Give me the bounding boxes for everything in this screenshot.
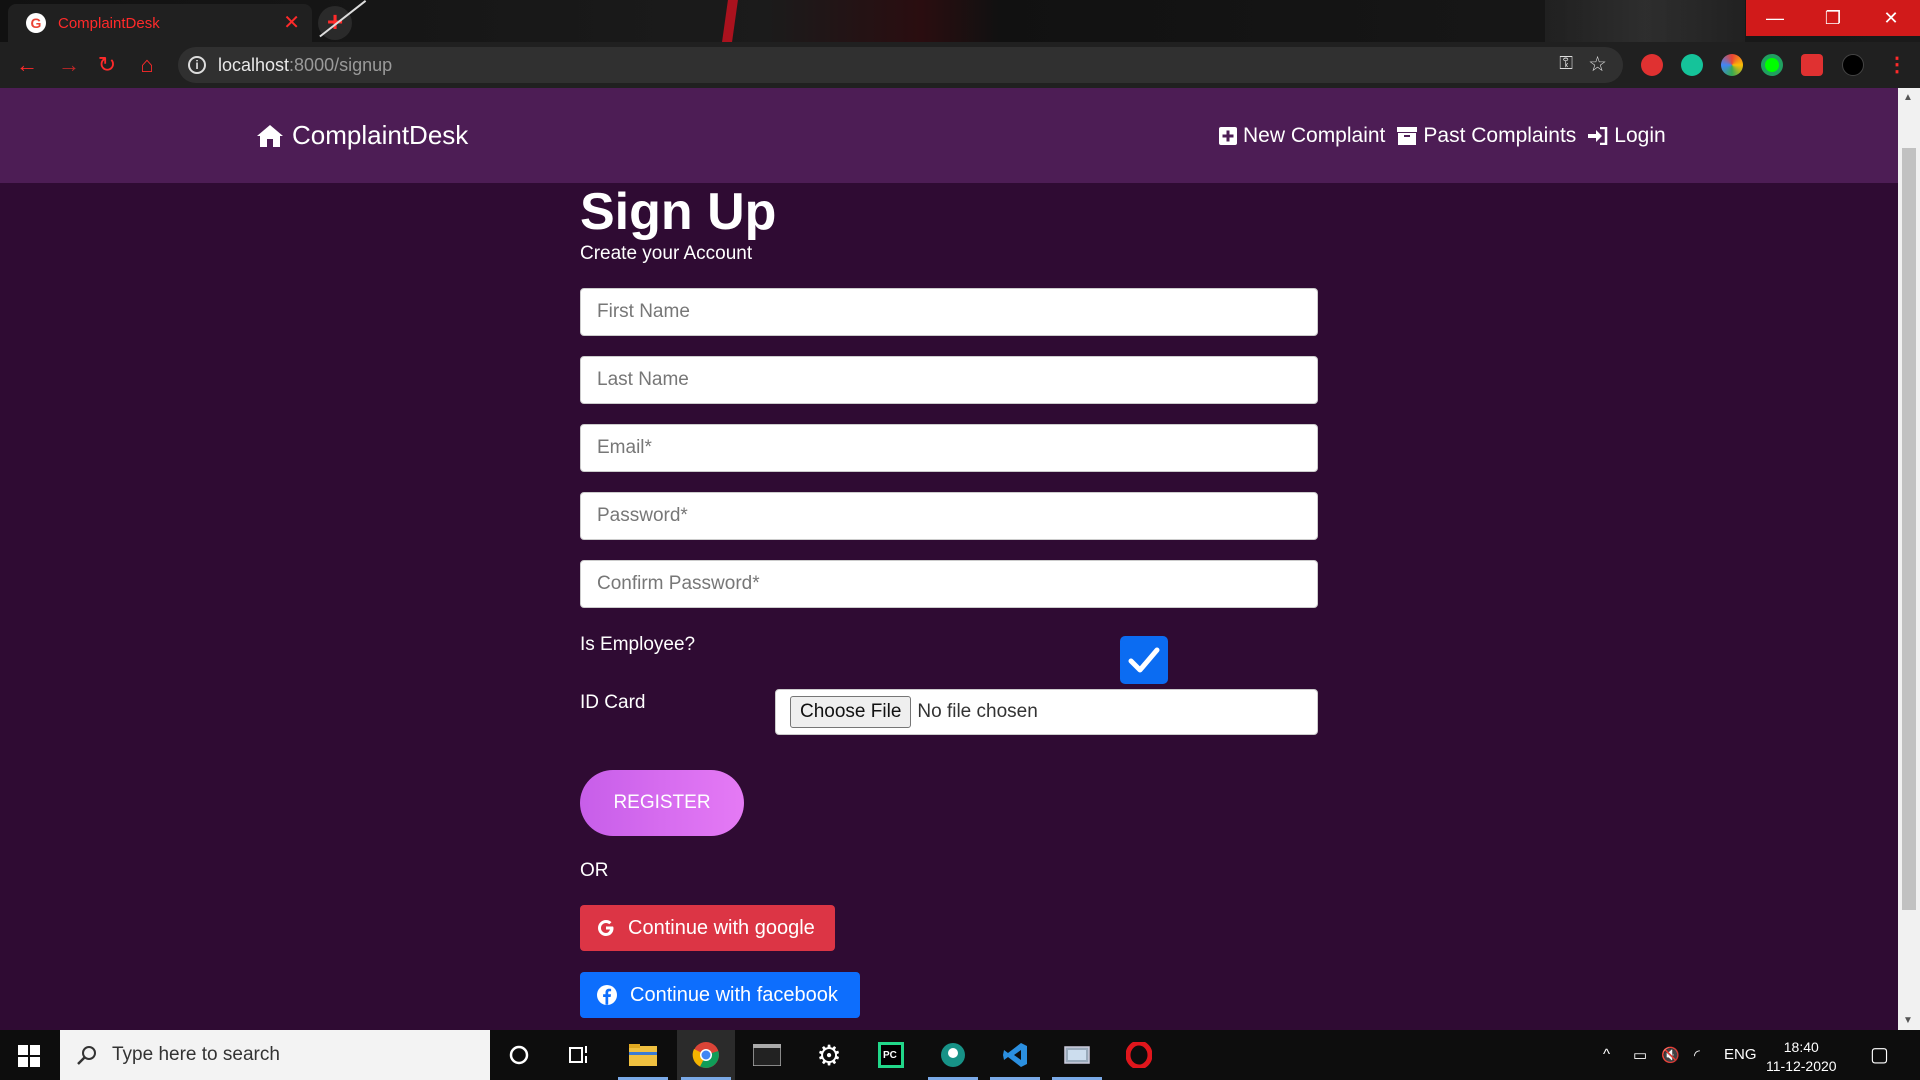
browser-toolbar: ← → ↻ ⌂ i localhost:8000/signup ⚿ ☆ — [0, 42, 1920, 88]
archive-icon — [1397, 127, 1418, 145]
facebook-button-label: Continue with facebook — [630, 983, 838, 1006]
terminal-icon[interactable] — [738, 1030, 796, 1080]
nav-past-complaints-label: Past Complaints — [1423, 124, 1577, 147]
password-input[interactable] — [580, 492, 1318, 540]
home-icon[interactable]: ⌂ — [132, 50, 162, 80]
taskbar-clock[interactable]: 18:40 11-12-2020 — [1766, 1038, 1837, 1076]
minimize-button[interactable]: — — [1746, 0, 1804, 36]
home-icon — [257, 124, 283, 147]
clock-date: 11-12-2020 — [1766, 1058, 1837, 1074]
confirm-password-input[interactable] — [580, 560, 1318, 608]
file-explorer-icon[interactable] — [614, 1030, 672, 1080]
task-view-icon[interactable] — [551, 1030, 609, 1080]
google-favicon-icon: G — [26, 13, 46, 33]
nav-links: New Complaint Past Complaints Login — [1219, 124, 1678, 148]
color-picker-extension-icon[interactable] — [1721, 54, 1743, 76]
reload-icon[interactable]: ↻ — [92, 50, 122, 80]
nav-new-complaint[interactable]: New Complaint — [1219, 124, 1385, 148]
page-scrollbar[interactable]: ▲ ▼ — [1898, 88, 1920, 1030]
windows-start-icon[interactable] — [18, 1045, 40, 1072]
facebook-icon — [596, 984, 618, 1006]
browser-tab[interactable]: G ComplaintDesk ✕ — [8, 4, 312, 42]
nav-past-complaints[interactable]: Past Complaints — [1397, 124, 1576, 148]
scroll-down-icon[interactable]: ▼ — [1903, 1015, 1913, 1026]
volume-muted-icon[interactable]: 🔇 — [1661, 1046, 1680, 1064]
cortana-icon[interactable] — [490, 1030, 548, 1080]
plus-square-icon — [1219, 127, 1237, 145]
clock-time: 18:40 — [1783, 1039, 1819, 1055]
nav-login[interactable]: Login — [1588, 124, 1666, 148]
checkmark-icon — [1128, 647, 1160, 673]
vscode-icon[interactable] — [986, 1030, 1044, 1080]
site-navbar: ComplaintDesk New Complaint Past Complai… — [0, 88, 1898, 183]
puzzle-extensions-icon[interactable] — [1801, 54, 1823, 76]
extension-hand-icon[interactable] — [1641, 54, 1663, 76]
restore-button[interactable]: ❐ — [1804, 0, 1862, 36]
tab-title: ComplaintDesk — [58, 14, 160, 32]
svg-text:PC: PC — [883, 1050, 897, 1061]
google-icon — [596, 918, 616, 938]
nav-login-label: Login — [1614, 124, 1666, 147]
close-window-button[interactable]: ✕ — [1862, 0, 1920, 36]
opera-icon[interactable] — [1110, 1030, 1168, 1080]
wifi-icon[interactable]: ◜ — [1694, 1046, 1700, 1064]
taskbar-search-placeholder: Type here to search — [112, 1044, 280, 1065]
id-card-row: ID Card Choose File No file chosen — [580, 688, 1318, 758]
register-button[interactable]: REGISTER — [580, 770, 744, 836]
signup-form: Sign Up Create your Account Is Employee?… — [580, 183, 1318, 1018]
id-card-label: ID Card — [580, 692, 646, 713]
scrollbar-thumb[interactable] — [1902, 148, 1916, 910]
page-title: Sign Up — [580, 183, 777, 241]
first-name-input[interactable] — [580, 288, 1318, 336]
browser-titlebar: G ComplaintDesk ✕ + — ❐ ✕ — [0, 0, 1920, 42]
page-subtitle: Create your Account — [580, 243, 753, 264]
or-separator: OR — [580, 860, 609, 881]
chrome-taskbar-icon[interactable] — [677, 1030, 735, 1080]
is-employee-row: Is Employee? — [580, 618, 1318, 688]
google-button-label: Continue with google — [628, 916, 815, 939]
forward-icon[interactable]: → — [54, 50, 84, 80]
site-info-icon[interactable]: i — [188, 56, 206, 74]
is-employee-label: Is Employee? — [580, 634, 696, 655]
wallpaper-decoration — [1545, 0, 1745, 42]
profile-avatar[interactable] — [1842, 54, 1864, 76]
brand-name: ComplaintDesk — [292, 120, 469, 150]
url-text[interactable]: localhost:8000/signup — [218, 55, 392, 76]
search-icon — [77, 1046, 96, 1065]
last-name-input[interactable] — [580, 356, 1318, 404]
notifications-icon[interactable]: ▢ — [1870, 1042, 1889, 1067]
windows-taskbar: Type here to search ⚙ PC ^ ▭ 🔇 ◜ ENG 18:… — [0, 1030, 1920, 1080]
id-card-file-input[interactable]: Choose File No file chosen — [775, 689, 1318, 735]
browser-menu-icon[interactable]: ⋮ — [1887, 52, 1907, 77]
tab-close-icon[interactable]: ✕ — [283, 13, 300, 33]
brand-link[interactable]: ComplaintDesk — [256, 120, 468, 151]
target-extension-icon[interactable] — [1761, 54, 1783, 76]
taskbar-search[interactable]: Type here to search — [60, 1030, 490, 1080]
nav-new-complaint-label: New Complaint — [1243, 124, 1386, 147]
address-bar[interactable]: i localhost:8000/signup ⚿ ☆ — [178, 47, 1623, 83]
bookmark-star-icon[interactable]: ☆ — [1588, 52, 1607, 77]
battery-icon[interactable]: ▭ — [1633, 1046, 1647, 1064]
pycharm-icon[interactable]: PC — [862, 1030, 920, 1080]
wallpaper-decoration — [722, 0, 738, 42]
no-file-text: No file chosen — [917, 701, 1038, 722]
gitkraken-icon[interactable] — [924, 1030, 982, 1080]
is-employee-checkbox[interactable] — [1120, 636, 1168, 684]
continue-with-google-button[interactable]: Continue with google — [580, 905, 835, 951]
back-icon[interactable]: ← — [12, 50, 42, 80]
choose-file-button[interactable]: Choose File — [790, 696, 912, 728]
grammarly-extension-icon[interactable] — [1681, 54, 1703, 76]
password-key-icon[interactable]: ⚿ — [1559, 53, 1573, 74]
language-indicator[interactable]: ENG — [1724, 1046, 1757, 1063]
tray-overflow-icon[interactable]: ^ — [1603, 1046, 1610, 1063]
email-input[interactable] — [580, 424, 1318, 472]
continue-with-facebook-button[interactable]: Continue with facebook — [580, 972, 860, 1018]
scroll-up-icon[interactable]: ▲ — [1903, 92, 1913, 103]
settings-gear-icon[interactable]: ⚙ — [800, 1030, 858, 1080]
window-controls: — ❐ ✕ — [1746, 0, 1920, 36]
sign-in-icon — [1588, 127, 1608, 145]
network-app-icon[interactable] — [1048, 1030, 1106, 1080]
